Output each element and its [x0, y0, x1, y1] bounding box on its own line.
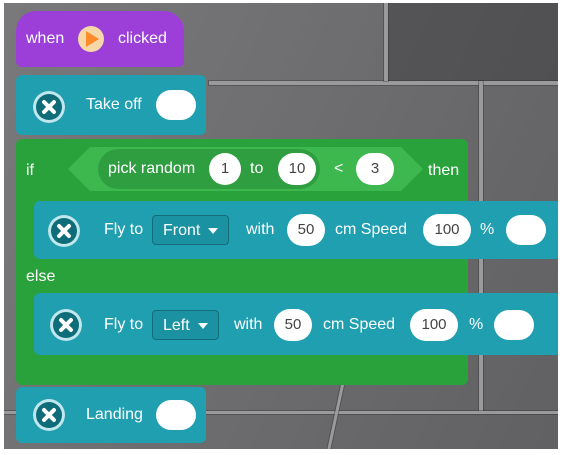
if-else-block[interactable]: if pick random 1 to 10 < 3 then Fly to F… — [16, 139, 558, 385]
distance-input[interactable]: 50 — [274, 309, 312, 341]
drone-icon — [33, 399, 65, 431]
direction-value: Front — [163, 222, 201, 239]
clicked-label: clicked — [118, 30, 167, 47]
if-label: if — [26, 162, 34, 179]
direction-dropdown[interactable]: Left — [152, 310, 219, 340]
when-clicked-block[interactable]: when clicked — [16, 11, 184, 67]
floor-seam — [326, 383, 345, 449]
fly-to-extra-input[interactable] — [506, 215, 546, 245]
fly-to-block[interactable]: Fly to Left with 50 cm Speed 100 % — [34, 293, 558, 355]
else-label: else — [26, 268, 56, 285]
fly-to-block[interactable]: Fly to Front with 50 cm Speed 100 % — [34, 201, 558, 259]
with-label: with — [234, 316, 263, 333]
percent-label: % — [469, 316, 484, 333]
landing-block[interactable]: Landing — [16, 387, 206, 443]
direction-dropdown[interactable]: Front — [152, 215, 230, 245]
less-than-operator[interactable]: pick random 1 to 10 < 3 — [68, 147, 423, 191]
drone-icon — [50, 309, 82, 341]
direction-value: Left — [163, 317, 190, 334]
fly-to-label: Fly to — [104, 221, 144, 238]
fly-to-extra-input[interactable] — [494, 310, 534, 340]
pick-random-block[interactable]: pick random 1 to 10 — [98, 149, 320, 189]
take-off-label: Take off — [86, 96, 142, 113]
code-canvas[interactable]: when clicked Take off if pick random 1 t… — [4, 3, 558, 449]
with-label: with — [246, 221, 275, 238]
distance-input[interactable]: 50 — [287, 214, 325, 246]
pick-random-label: pick random — [108, 160, 196, 177]
when-label: when — [26, 30, 65, 47]
floor-seam — [209, 81, 558, 85]
take-off-block[interactable]: Take off — [16, 75, 206, 135]
speed-input[interactable]: 100 — [410, 309, 458, 341]
green-flag-icon — [78, 26, 104, 52]
random-from-input[interactable]: 1 — [209, 153, 241, 185]
take-off-input[interactable] — [156, 90, 196, 120]
chevron-down-icon — [197, 322, 208, 329]
then-label: then — [428, 162, 460, 179]
chevron-down-icon — [208, 227, 219, 234]
floor-shadow — [388, 3, 558, 81]
compare-value-input[interactable]: 3 — [356, 153, 394, 185]
percent-label: % — [480, 221, 495, 238]
less-than-symbol: < — [334, 160, 344, 177]
speed-input[interactable]: 100 — [423, 214, 471, 246]
landing-input[interactable] — [156, 400, 196, 430]
fly-to-label: Fly to — [104, 316, 144, 333]
to-label: to — [250, 160, 264, 177]
drone-icon — [48, 215, 80, 247]
landing-label: Landing — [86, 406, 143, 423]
random-to-input[interactable]: 10 — [278, 153, 316, 185]
cm-speed-label: cm Speed — [335, 221, 408, 238]
drone-icon — [33, 91, 65, 123]
cm-speed-label: cm Speed — [323, 316, 396, 333]
